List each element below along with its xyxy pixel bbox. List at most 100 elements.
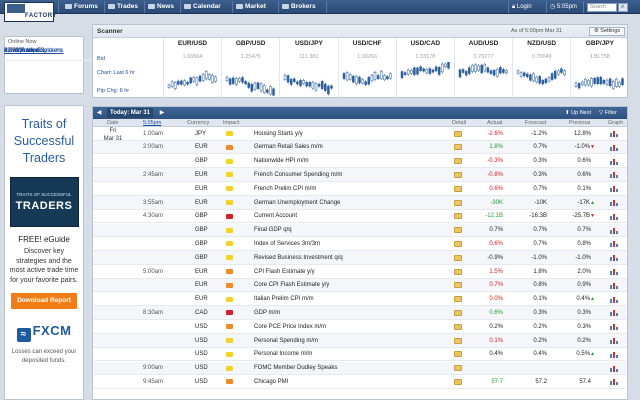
previous-day-arrow-icon[interactable]: ◀ [94,107,104,119]
impact-icon[interactable] [226,338,233,343]
impact-icon[interactable] [226,379,233,385]
detail-folder-icon[interactable] [454,268,462,275]
event-title[interactable]: GDP m/m [254,310,280,316]
graph-icon[interactable] [610,130,619,137]
filter-button[interactable]: ▽ Filter [599,107,617,119]
pair-gbp-jpy[interactable]: GBP/JPY 139.758 [570,38,628,98]
nav-calendar[interactable]: Calendar [181,0,221,14]
graph-icon[interactable] [610,254,619,262]
event-title[interactable]: Nationwide HPI m/m [254,158,309,164]
detail-folder-icon[interactable] [454,158,462,165]
pip-change-label[interactable]: Pip Chg: 6 hr [97,88,129,94]
calendar-row[interactable]: EUR Core CPI Flash Estimate y/y 0.7% 0.8% 0.… [93,278,627,293]
detail-folder-icon[interactable] [454,240,462,247]
calendar-row[interactable]: EUR Italian Prelim CPI m/m 0.0% 0.1% 0.4%▲ [93,293,627,307]
pair-aud-usd[interactable]: AUD/USD 0.76277 [454,38,512,98]
event-title[interactable]: Core CPI Flash Estimate y/y [254,282,329,288]
event-title[interactable]: Revised Business Investment q/q [254,255,343,261]
detail-folder-icon[interactable] [454,185,462,192]
detail-folder-icon[interactable] [454,296,462,303]
calendar-row[interactable]: USD Core PCE Price Index m/m 0.2% 0.2% 0.3% [93,320,627,334]
nav-news[interactable]: News [145,0,174,14]
impact-icon[interactable] [226,324,233,330]
graph-icon[interactable] [610,213,619,220]
nav-market[interactable]: Market [233,0,266,14]
impact-icon[interactable] [226,227,233,233]
calendar-row[interactable]: USD Personal Spending m/m 0.1% 0.2% 0.2% [93,334,627,348]
detail-folder-icon[interactable] [454,337,462,344]
graph-icon[interactable] [610,199,619,206]
detail-folder-icon[interactable] [454,323,462,330]
event-title[interactable]: German Retail Sales m/m [254,144,323,150]
event-title[interactable]: Core PCE Price Index m/m [254,324,326,330]
calendar-row[interactable]: GBP Final GDP q/q 0.7% 0.7% 0.7% [93,223,627,238]
impact-icon[interactable] [226,158,233,164]
calendar-row[interactable]: GBP Nationwide HPI m/m -0.3% 0.3% 0.6% [93,155,627,169]
graph-icon[interactable] [610,240,619,248]
pair-nzd-usd[interactable]: NZD/USD 0.70049 [512,38,570,98]
graph-icon[interactable] [610,365,619,372]
chart-period-label[interactable]: Chart: Last 6 hr [97,70,135,76]
event-title[interactable]: Chicago PMI [254,379,288,385]
calendar-row[interactable]: 5:00am EUR CPI Flash Estimate y/y 1.5% 1.8% 2… [93,265,627,279]
graph-icon[interactable] [610,227,619,234]
impact-icon[interactable] [226,269,233,274]
impact-icon[interactable] [226,131,233,136]
impact-icon[interactable] [226,241,233,247]
calendar-row[interactable]: 2:00am EUR German Retail Sales m/m 1.8% 0.7%… [93,140,627,155]
event-title[interactable]: FOMC Member Dudley Speaks [254,365,337,371]
impact-icon[interactable] [226,296,233,302]
graph-icon[interactable] [610,378,619,386]
detail-folder-icon[interactable] [454,199,462,206]
detail-folder-icon[interactable] [454,130,462,137]
event-title[interactable]: French Consumer Spending m/m [254,172,342,178]
nav-forums[interactable]: Forums [62,0,98,14]
graph-icon[interactable] [610,185,619,193]
today-label[interactable]: Today: Mar 31 [107,108,153,118]
impact-icon[interactable] [226,144,233,150]
graph-icon[interactable] [610,171,619,179]
event-title[interactable]: Housing Starts y/y [254,131,303,137]
next-day-arrow-icon[interactable]: ▶ [157,107,167,119]
calendar-row[interactable]: USD Personal Income m/m 0.4% 0.4% 0.5%▲ [93,348,627,362]
event-title[interactable]: CPI Flash Estimate y/y [254,269,315,275]
pair-gbp-usd[interactable]: GBP/USD 1.25475 [221,38,279,98]
graph-icon[interactable] [610,323,619,331]
impact-icon[interactable] [226,282,233,288]
search-button[interactable]: ⌕ [618,3,628,12]
impact-icon[interactable] [226,365,233,371]
calendar-row[interactable]: 8:30am CAD GDP m/m 0.6% 0.3% 0.3% [93,306,627,320]
impact-icon[interactable] [226,172,233,178]
calendar-row[interactable]: GBP Index of Services 3m/3m 0.6% 0.7% 0.8% [93,237,627,251]
detail-folder-icon[interactable] [454,144,462,151]
graph-icon[interactable] [610,144,619,151]
impact-icon[interactable] [226,213,233,219]
event-title[interactable]: Current Account [254,213,297,219]
detail-folder-icon[interactable] [454,365,462,372]
pair-eur-usd[interactable]: EUR/USD 1.06564 [163,38,221,98]
graph-icon[interactable] [610,282,619,289]
impact-icon[interactable] [226,351,233,357]
nav-brokers[interactable]: Brokers [279,0,316,14]
col-time[interactable]: 5:05pm [143,120,161,126]
calendar-row[interactable]: 2:45am EUR French Consumer Spending m/m -0.… [93,168,627,182]
bid-label[interactable]: Bid [97,56,105,62]
download-report-button[interactable]: Download Report [11,293,77,309]
graph-icon[interactable] [610,158,619,165]
pair-usd-jpy[interactable]: USD/JPY 111.381 [279,38,337,98]
impact-icon[interactable] [226,200,233,205]
calendar-row[interactable]: 3:55am EUR German Unemployment Change -30K -… [93,196,627,210]
event-title[interactable]: German Unemployment Change [254,200,340,206]
graph-icon[interactable] [610,268,619,275]
impact-icon[interactable] [226,255,233,261]
scanner-settings-button[interactable]: ⚙ Settings [589,27,625,36]
pair-usd-cad[interactable]: USD/CAD 1.33178 [395,38,454,98]
detail-folder-icon[interactable] [454,351,462,358]
up-next-button[interactable]: ⬆ Up Next [565,107,591,119]
sidebar-advertisement[interactable]: Traits of Successful Traders TRAITS OF S… [4,105,84,400]
detail-folder-icon[interactable] [454,213,462,220]
pair-usd-chf[interactable]: USD/CHF 1.00266 [337,38,396,98]
detail-folder-icon[interactable] [454,378,462,385]
detail-folder-icon[interactable] [454,309,462,316]
calendar-row[interactable]: EUR French Prelim CPI m/m 0.6% 0.7% 0.1% [93,182,627,196]
